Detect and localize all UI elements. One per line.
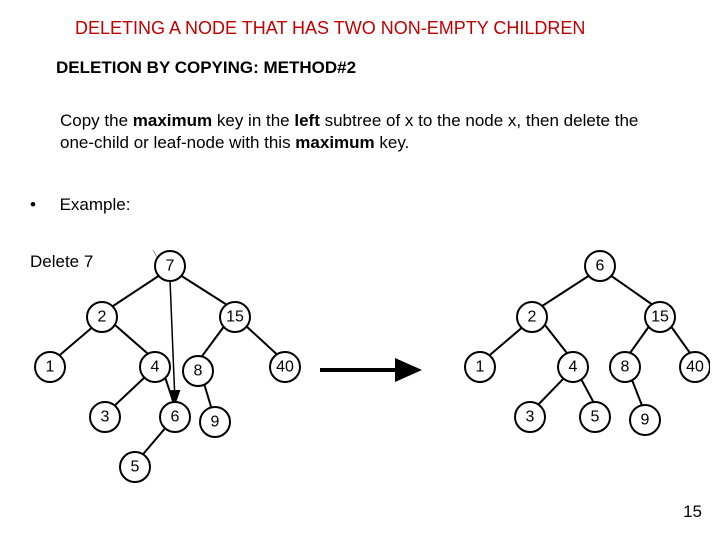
- node-9r: 9: [630, 405, 660, 435]
- svg-text:8: 8: [621, 359, 630, 376]
- svg-text:15: 15: [226, 309, 244, 326]
- svg-text:8: 8: [194, 363, 203, 380]
- node-15r: 15: [645, 302, 675, 332]
- bold-word: left: [294, 111, 320, 130]
- svg-text:2: 2: [528, 309, 537, 326]
- right-tree-edges: [484, 275, 695, 408]
- svg-text:40: 40: [686, 359, 704, 376]
- node-6: 6: [160, 402, 190, 432]
- svg-text:1: 1: [46, 359, 55, 376]
- node-8: 8: [183, 356, 213, 386]
- node-4: 4: [140, 352, 170, 382]
- node-4r: 4: [558, 352, 588, 382]
- example-label: Example:: [60, 195, 131, 214]
- bullet: •: [30, 195, 36, 214]
- para-text: key.: [375, 133, 410, 152]
- node-3: 3: [90, 402, 120, 432]
- svg-text:9: 9: [641, 412, 650, 429]
- para-text: key in the: [212, 111, 294, 130]
- svg-text:9: 9: [211, 414, 220, 431]
- node-1r: 1: [465, 352, 495, 382]
- svg-text:1: 1: [476, 359, 485, 376]
- svg-text:5: 5: [591, 409, 600, 426]
- svg-text:7: 7: [166, 258, 175, 275]
- svg-text:40: 40: [276, 359, 294, 376]
- node-15: 15: [220, 302, 250, 332]
- svg-text:6: 6: [596, 258, 605, 275]
- node-2: 2: [87, 302, 117, 332]
- svg-text:6: 6: [171, 409, 180, 426]
- svg-text:3: 3: [101, 409, 110, 426]
- node-6r: 6: [585, 251, 615, 281]
- svg-text:15: 15: [651, 309, 669, 326]
- node-5: 5: [120, 452, 150, 482]
- right-tree-nodes: 6 2 15 1 4 8 40 3 5 9: [465, 251, 710, 435]
- svg-text:2: 2: [98, 309, 107, 326]
- svg-text:4: 4: [569, 359, 578, 376]
- node-40: 40: [270, 352, 300, 382]
- node-40r: 40: [680, 352, 710, 382]
- node-3r: 3: [515, 402, 545, 432]
- para-text: Copy the: [60, 111, 133, 130]
- bold-word: maximum: [133, 111, 212, 130]
- svg-text:5: 5: [131, 459, 140, 476]
- copy-arrow: [170, 280, 175, 402]
- svg-text:3: 3: [526, 409, 535, 426]
- slide-title: DELETING A NODE THAT HAS TWO NON-EMPTY C…: [75, 18, 585, 39]
- node-2r: 2: [517, 302, 547, 332]
- bold-word: maximum: [295, 133, 374, 152]
- node-1: 1: [35, 352, 65, 382]
- description-paragraph: Copy the maximum key in the left subtree…: [60, 110, 660, 154]
- slide-subtitle: DELETION BY COPYING: METHOD#2: [56, 58, 356, 78]
- left-tree-nodes: 7 2 15 1 4 8 40 3 6 9 5: [35, 251, 300, 482]
- node-5r: 5: [580, 402, 610, 432]
- example-bullet: • Example:: [30, 195, 130, 215]
- page-number: 15: [683, 502, 702, 522]
- node-9: 9: [200, 407, 230, 437]
- node-7: 7: [155, 251, 185, 281]
- svg-text:4: 4: [151, 359, 160, 376]
- tree-diagram: 7 2 15 1 4 8 40 3 6 9 5 6 2: [30, 250, 710, 530]
- transform-arrow: [320, 358, 422, 382]
- node-8r: 8: [610, 352, 640, 382]
